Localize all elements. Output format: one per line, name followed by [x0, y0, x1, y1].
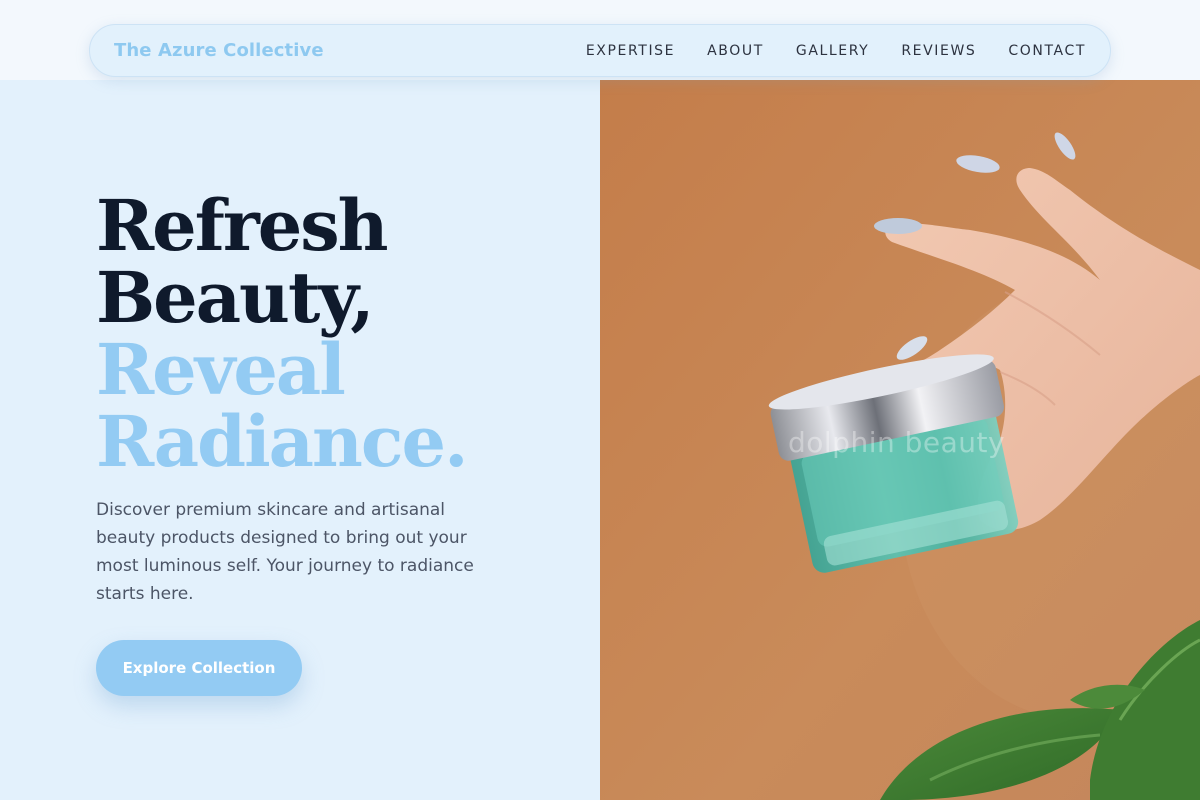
nav-link-gallery[interactable]: GALLERY — [796, 43, 869, 59]
hero-description: Discover premium skincare and artisanal … — [96, 500, 474, 604]
hero-title: Refresh Beauty, Reveal Radiance. — [96, 190, 576, 478]
nav-link-about[interactable]: ABOUT — [707, 43, 764, 59]
nav-links: EXPERTISE ABOUT GALLERY REVIEWS CONTACT — [554, 43, 1086, 59]
nav-link-contact[interactable]: CONTACT — [1008, 43, 1086, 59]
hero-title-line: Beauty, — [96, 256, 375, 339]
navbar: The Azure Collective EXPERTISE ABOUT GAL… — [89, 24, 1111, 77]
nav-link-reviews[interactable]: REVIEWS — [901, 43, 976, 59]
brand-logo[interactable]: The Azure Collective — [114, 40, 324, 61]
watermark-text: dolphin beauty — [788, 426, 1006, 459]
hero-title-line: Refresh — [96, 184, 389, 267]
hero-title-line-accent: Radiance. — [96, 400, 468, 483]
hero-title-line-accent: Reveal — [96, 328, 346, 411]
nav-link-expertise[interactable]: EXPERTISE — [586, 43, 675, 59]
explore-collection-button[interactable]: Explore Collection — [96, 640, 302, 696]
hero-text-panel: Refresh Beauty, Reveal Radiance. Discove… — [0, 80, 600, 800]
hero-image: dolphin beauty — [600, 80, 1200, 800]
